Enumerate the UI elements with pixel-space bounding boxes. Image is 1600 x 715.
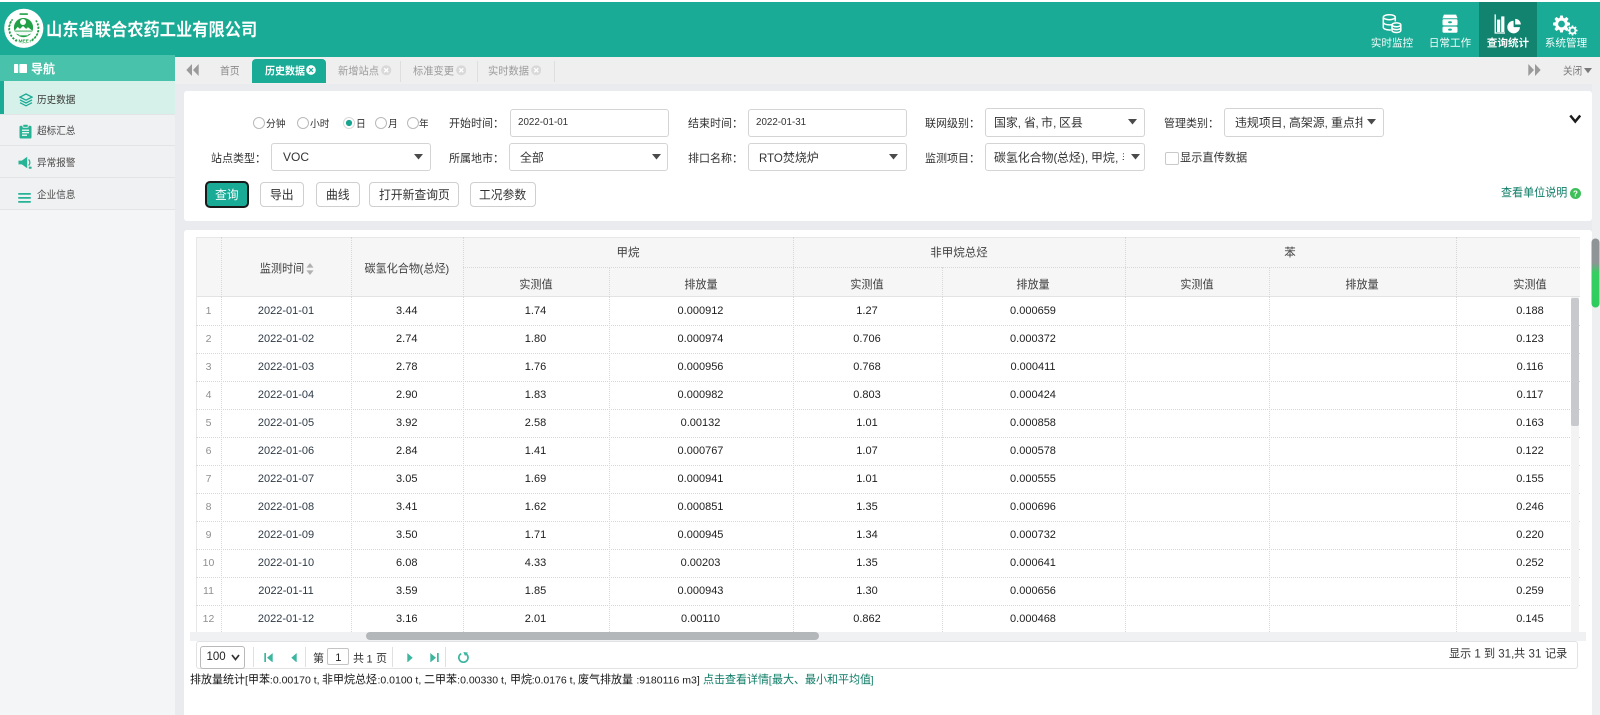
- svg-text:?: ?: [1573, 189, 1578, 198]
- svg-text:MEE: MEE: [18, 39, 29, 45]
